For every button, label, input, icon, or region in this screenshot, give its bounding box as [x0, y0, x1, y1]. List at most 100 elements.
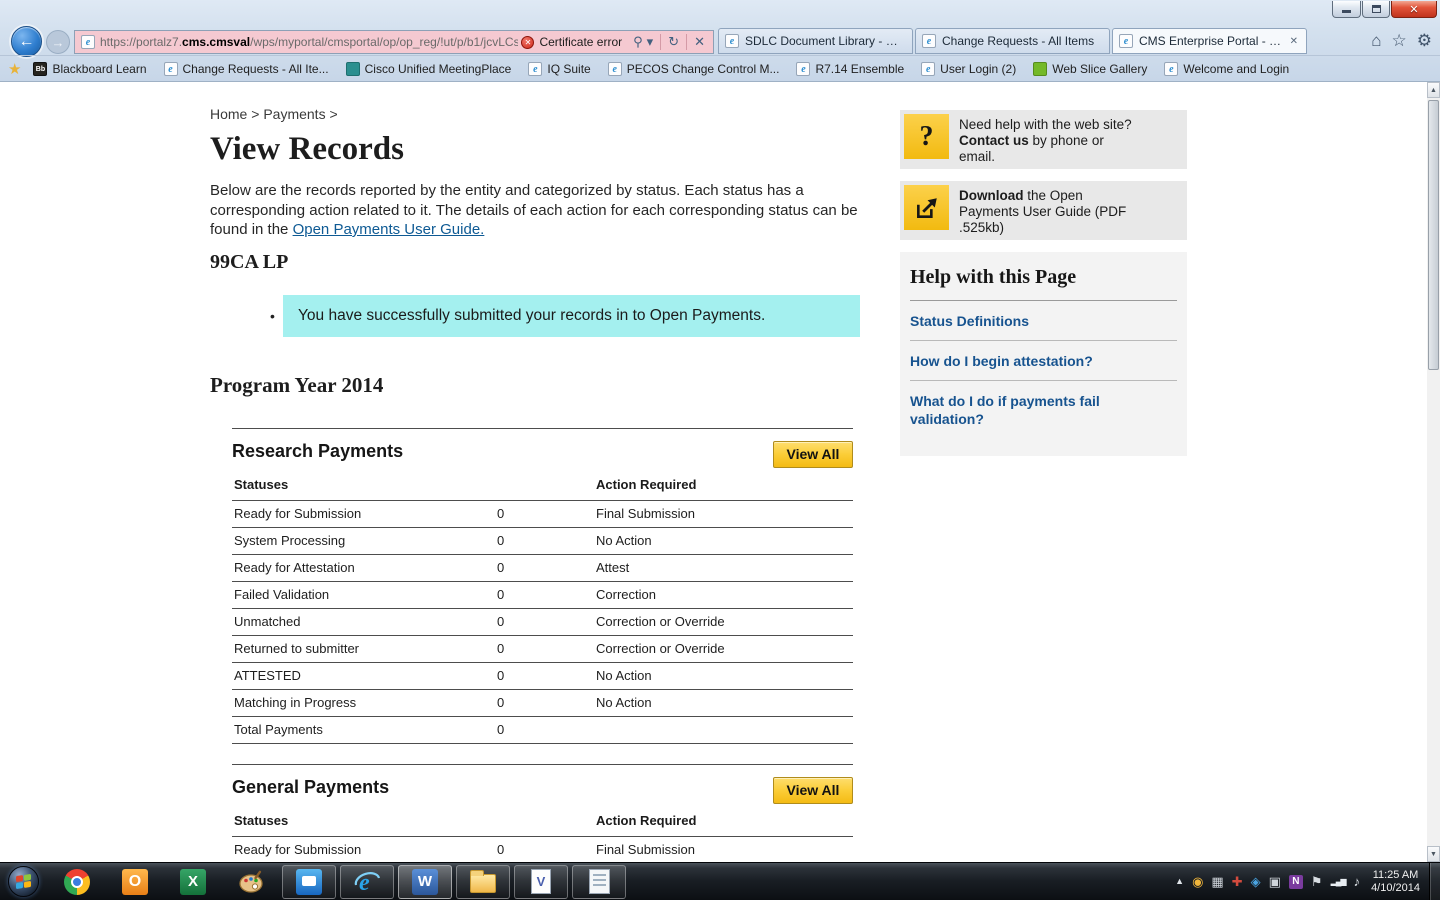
outlook-icon: [122, 869, 148, 895]
divider: [686, 34, 687, 50]
taskbar-explorer-button[interactable]: [456, 865, 510, 899]
tab-cms-enterprise-portal[interactable]: CMS Enterprise Portal - Reg... ✕: [1112, 28, 1307, 54]
favorite-item[interactable]: PECOS Change Control M...: [608, 62, 780, 76]
help-sidebar: ? Need help with the web site? Contact u…: [900, 110, 1187, 456]
action-cell: No Action: [596, 533, 853, 548]
close-icon: ✕: [1409, 3, 1418, 16]
show-desktop-button[interactable]: [1429, 863, 1440, 900]
action-required-header: Action Required: [596, 477, 853, 492]
onenote-tray-icon[interactable]: N: [1289, 875, 1303, 889]
table-row: Total Payments 0: [232, 717, 853, 744]
tab-strip: SDLC Document Library - Doc... Change Re…: [718, 28, 1309, 54]
favorite-item[interactable]: Web Slice Gallery: [1033, 62, 1147, 76]
action-cell: Correction: [596, 587, 853, 602]
tray-icon[interactable]: ✚: [1232, 875, 1243, 888]
table-row: Ready for Attestation 0 Attest: [232, 555, 853, 582]
tray-icon[interactable]: ▦: [1211, 875, 1223, 888]
favorite-icon: [1164, 62, 1178, 76]
favorite-item[interactable]: Change Requests - All Ite...: [164, 62, 329, 76]
hidden-icons-chevron-icon[interactable]: ▲: [1175, 875, 1184, 888]
taskbar-communicator-button[interactable]: [282, 865, 336, 899]
stop-button[interactable]: ✕: [690, 34, 709, 50]
address-bar[interactable]: https://portalz7.cms.cmsval/wps/myportal…: [74, 30, 714, 54]
favorite-item[interactable]: Cisco Unified MeetingPlace: [346, 62, 512, 76]
taskbar-notepad-button[interactable]: [572, 865, 626, 899]
certificate-error-button[interactable]: ✕ Certificate error: [518, 35, 629, 49]
scroll-down-button[interactable]: ▼: [1427, 846, 1440, 862]
back-arrow-icon: ←: [19, 33, 35, 51]
count-cell: 0: [497, 533, 596, 548]
certificate-error-icon: ✕: [521, 36, 534, 49]
favorite-item[interactable]: Blackboard Learn: [33, 62, 146, 76]
download-guide-box[interactable]: Download the Open Payments User Guide (P…: [900, 181, 1187, 240]
help-link[interactable]: How do I begin attestation?: [910, 341, 1177, 381]
taskbar-clock[interactable]: 11:25 AM 4/10/2014: [1371, 869, 1420, 895]
tab-change-requests[interactable]: Change Requests - All Items: [915, 28, 1110, 54]
scroll-up-button[interactable]: ▲: [1427, 82, 1440, 98]
taskbar-ie-button[interactable]: e: [340, 865, 394, 899]
vertical-scrollbar[interactable]: ▲ ▼: [1427, 82, 1440, 862]
home-button[interactable]: ⌂: [1371, 31, 1381, 51]
taskbar-paint-button[interactable]: [224, 865, 278, 899]
volume-icon[interactable]: ♪: [1354, 875, 1361, 888]
tab-close-icon[interactable]: ✕: [1288, 36, 1300, 47]
page-content: Home > Payments > View Records Below are…: [0, 82, 1440, 862]
forward-button[interactable]: →: [46, 30, 70, 54]
statuses-header: Statuses: [234, 813, 497, 828]
close-window-button[interactable]: ✕: [1391, 1, 1437, 18]
url-text[interactable]: https://portalz7.cms.cmsval/wps/myportal…: [100, 35, 518, 49]
action-cell: No Action: [596, 695, 853, 710]
site-page-icon: [81, 35, 95, 49]
breadcrumb-payments-link[interactable]: Payments: [263, 106, 325, 122]
notepad-icon: [589, 869, 610, 894]
add-favorite-icon[interactable]: ★: [8, 60, 21, 78]
settings-gear-button[interactable]: ⚙: [1417, 31, 1432, 51]
visio-icon: [531, 869, 551, 894]
table-row: System Processing 0 No Action: [232, 528, 853, 555]
count-cell: 0: [497, 587, 596, 602]
flag-tray-icon[interactable]: ⚑: [1311, 875, 1323, 888]
status-cell: System Processing: [234, 533, 497, 548]
research-section-title: Research Payments: [232, 441, 403, 461]
favorite-item[interactable]: User Login (2): [921, 62, 1016, 76]
view-all-general-button[interactable]: View All: [773, 777, 853, 804]
start-button[interactable]: [8, 866, 39, 897]
refresh-button[interactable]: ↻: [664, 34, 683, 50]
status-cell: Returned to submitter: [234, 641, 497, 656]
favorite-item[interactable]: R7.14 Ensemble: [796, 62, 904, 76]
breadcrumb-home-link[interactable]: Home: [210, 106, 247, 122]
search-icon[interactable]: ⚲: [629, 34, 647, 50]
favorite-icon: [921, 62, 935, 76]
user-guide-link[interactable]: Open Payments User Guide.: [293, 221, 485, 238]
general-payments-table: Ready for Submission 0 Final Submission: [232, 837, 853, 863]
table-row: Matching in Progress 0 No Action: [232, 690, 853, 717]
taskbar-visio-button[interactable]: [514, 865, 568, 899]
status-cell: Failed Validation: [234, 587, 497, 602]
contact-help-box[interactable]: ? Need help with the web site? Contact u…: [900, 110, 1187, 169]
tray-icon[interactable]: ▣: [1269, 875, 1281, 888]
favorites-star-button[interactable]: ☆: [1392, 31, 1407, 51]
autocomplete-chevron-icon[interactable]: ▾: [647, 34, 658, 50]
status-cell: Unmatched: [234, 614, 497, 629]
program-year-heading: Program Year 2014: [210, 373, 870, 398]
count-cell: 0: [497, 506, 596, 521]
taskbar-chrome-button[interactable]: [50, 865, 104, 899]
taskbar-excel-button[interactable]: [166, 865, 220, 899]
help-link[interactable]: Status Definitions: [910, 301, 1177, 341]
tray-icon[interactable]: ◈: [1251, 875, 1261, 888]
maximize-button[interactable]: [1362, 1, 1390, 18]
minimize-button[interactable]: [1332, 1, 1361, 18]
taskbar-outlook-button[interactable]: [108, 865, 162, 899]
general-payments-section: General Payments View All Statuses Actio…: [232, 764, 853, 863]
scrollbar-thumb[interactable]: [1428, 100, 1439, 370]
favorite-item[interactable]: IQ Suite: [528, 62, 590, 76]
network-signal-icon[interactable]: ▂▄▆: [1331, 875, 1346, 888]
view-all-research-button[interactable]: View All: [773, 441, 853, 468]
favorite-icon: [1033, 62, 1047, 76]
favorite-item[interactable]: Welcome and Login: [1164, 62, 1289, 76]
back-button[interactable]: ←: [11, 26, 42, 57]
help-link[interactable]: What do I do if payments fail validation…: [910, 381, 1177, 438]
tab-sdlc-document-library[interactable]: SDLC Document Library - Doc...: [718, 28, 913, 54]
tray-icon[interactable]: ◉: [1192, 875, 1203, 888]
taskbar-word-button[interactable]: [398, 865, 452, 899]
